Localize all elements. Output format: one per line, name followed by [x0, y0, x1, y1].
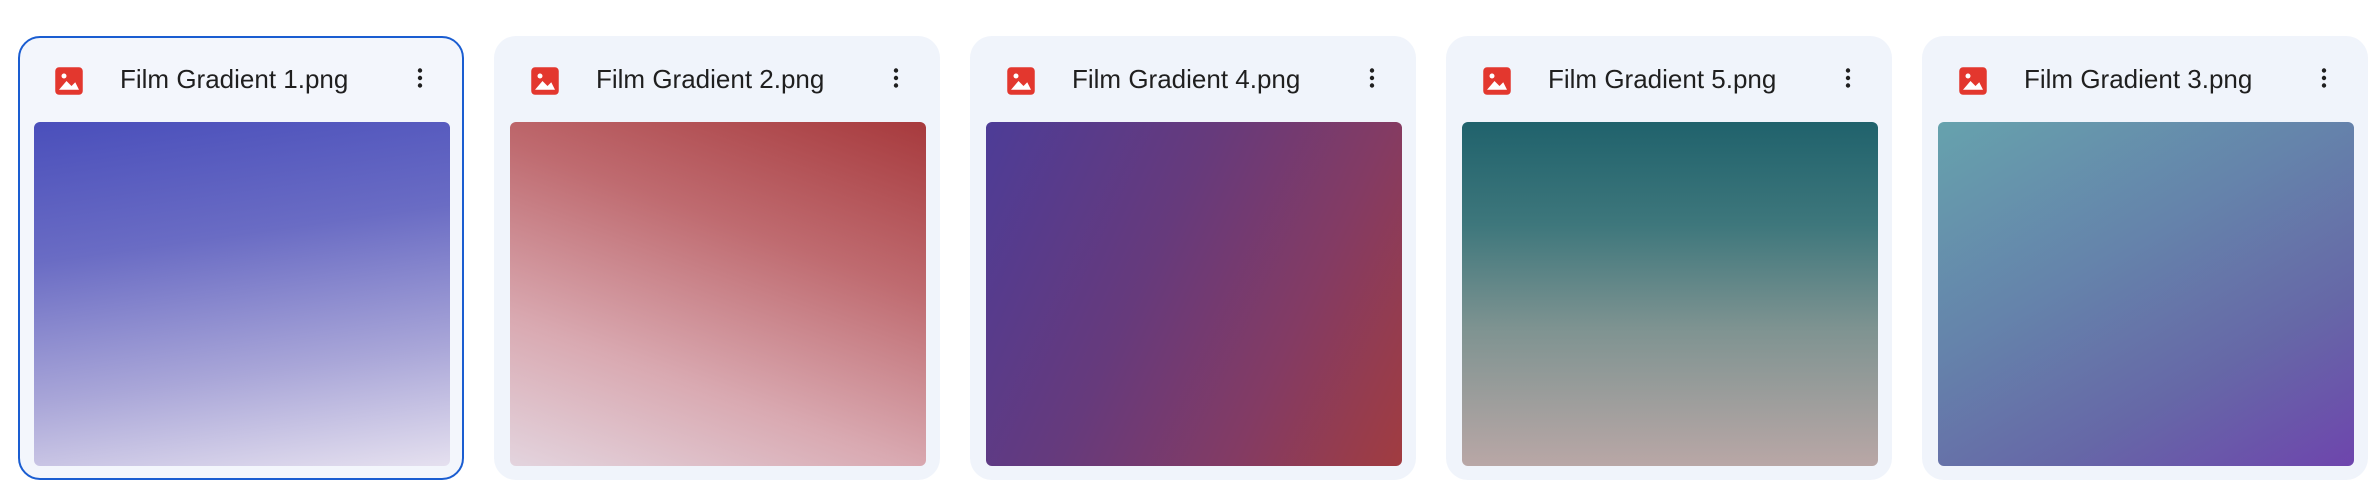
file-name: Film Gradient 2.png [596, 64, 825, 94]
file-card-header: Film Gradient 3.png [1924, 38, 2366, 120]
more-actions-button[interactable] [874, 56, 918, 100]
file-card-film-gradient-1[interactable]: Film Gradient 1.png [18, 36, 464, 480]
image-file-icon [1959, 67, 1987, 95]
more-vert-icon [1369, 68, 1375, 88]
file-card-header: Film Gradient 2.png [496, 38, 938, 120]
file-thumbnail[interactable] [510, 122, 926, 466]
file-name: Film Gradient 1.png [120, 64, 349, 94]
image-file-icon [531, 67, 559, 95]
file-name: Film Gradient 5.png [1548, 64, 1777, 94]
more-actions-button[interactable] [1350, 56, 1394, 100]
file-thumbnail[interactable] [1938, 122, 2354, 466]
file-card-film-gradient-3[interactable]: Film Gradient 3.png [1922, 36, 2368, 480]
file-thumbnail[interactable] [1462, 122, 1878, 466]
file-card-header: Film Gradient 5.png [1448, 38, 1890, 120]
file-card-film-gradient-4[interactable]: Film Gradient 4.png [970, 36, 1416, 480]
file-card-film-gradient-5[interactable]: Film Gradient 5.png [1446, 36, 1892, 480]
file-card-header: Film Gradient 1.png [20, 38, 462, 120]
more-vert-icon [1845, 68, 1851, 88]
file-card-header: Film Gradient 4.png [972, 38, 1414, 120]
file-name: Film Gradient 4.png [1072, 64, 1301, 94]
file-thumbnail[interactable] [986, 122, 1402, 466]
file-card-film-gradient-2[interactable]: Film Gradient 2.png [494, 36, 940, 480]
image-file-icon [55, 67, 83, 95]
more-vert-icon [417, 68, 423, 88]
more-actions-button[interactable] [2302, 56, 2346, 100]
file-name: Film Gradient 3.png [2024, 64, 2253, 94]
image-file-icon [1483, 67, 1511, 95]
more-actions-button[interactable] [398, 56, 442, 100]
image-file-icon [1007, 67, 1035, 95]
more-vert-icon [2321, 68, 2327, 88]
more-actions-button[interactable] [1826, 56, 1870, 100]
more-vert-icon [893, 68, 899, 88]
file-thumbnail[interactable] [34, 122, 450, 466]
file-grid: Film Gradient 1.png Film Gradient 2.png [18, 36, 2368, 480]
